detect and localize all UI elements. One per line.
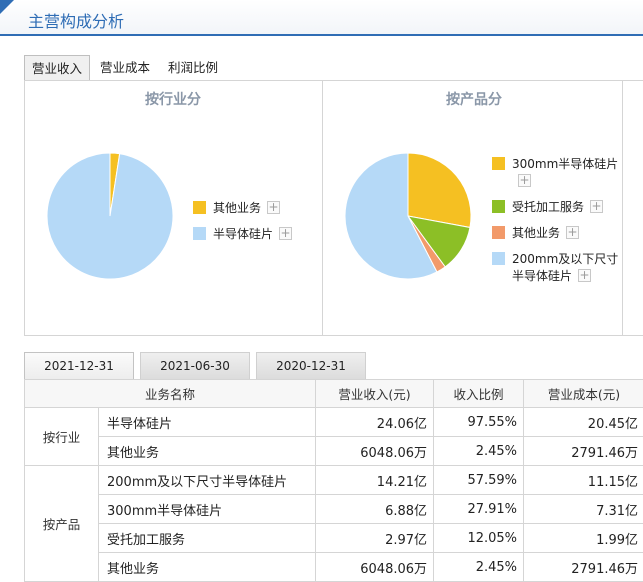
- legend-swatch-300mm: [492, 157, 505, 170]
- row-cost: 1.99亿: [524, 524, 643, 553]
- legend-swatch-processing: [492, 200, 505, 213]
- legend-label-other: 其他业务: [512, 224, 560, 241]
- expand-plus-icon[interactable]: +: [279, 227, 292, 240]
- table-row: 按产品 200mm及以下尺寸半导体硅片 14.21亿 57.59% 11.15亿: [25, 466, 643, 495]
- row-ratio: 2.45%: [434, 437, 524, 466]
- group-label-industry: 按行业: [25, 408, 99, 466]
- section-title: 主营构成分析: [28, 8, 124, 32]
- legend-label-processing: 受托加工服务: [512, 198, 584, 215]
- date-tab-2021-12-31[interactable]: 2021-12-31: [24, 352, 134, 379]
- corner-marker: [0, 0, 14, 14]
- row-name: 半导体硅片: [99, 408, 316, 437]
- legend-label-200mm-line1: 200mm及以下尺寸: [512, 250, 618, 267]
- header-revenue-ratio: 收入比例: [434, 380, 524, 408]
- row-ratio: 27.91%: [434, 495, 524, 524]
- industry-chart-title: 按行业分: [73, 89, 273, 109]
- industry-pie-chart: [45, 151, 175, 281]
- group-label-product: 按产品: [25, 466, 99, 582]
- legend-label-300mm: 300mm半导体硅片: [512, 155, 618, 172]
- table-row: 其他业务 6048.06万 2.45% 2791.46万: [25, 437, 643, 466]
- tab-cost[interactable]: 营业成本: [92, 55, 158, 81]
- row-ratio: 12.05%: [434, 524, 524, 553]
- legend-swatch-200mm: [492, 252, 505, 265]
- row-name: 300mm半导体硅片: [99, 495, 316, 524]
- product-pie-chart: [343, 151, 473, 281]
- header-cost: 营业成本(元): [524, 380, 643, 408]
- expand-plus-icon[interactable]: +: [566, 226, 579, 239]
- table-row: 受托加工服务 2.97亿 12.05% 1.99亿: [25, 524, 643, 553]
- header-revenue: 营业收入(元): [316, 380, 434, 408]
- legend-swatch-other: [492, 226, 505, 239]
- chart-area: 按行业分 其他业务 + 半导体硅片 + 按产品分 300mm半导体硅片 + 受托…: [24, 80, 643, 336]
- row-name: 200mm及以下尺寸半导体硅片: [99, 466, 316, 495]
- header-business-name: 业务名称: [25, 380, 316, 408]
- row-cost: 2791.46万: [524, 553, 643, 582]
- date-tab-2020-12-31[interactable]: 2020-12-31: [256, 352, 366, 379]
- row-name: 其他业务: [99, 437, 316, 466]
- row-ratio: 2.45%: [434, 553, 524, 582]
- expand-plus-icon[interactable]: +: [518, 174, 531, 187]
- table-header-row: 业务名称 营业收入(元) 收入比例 营业成本(元): [25, 380, 643, 408]
- product-chart-title: 按产品分: [374, 89, 574, 109]
- row-revenue: 14.21亿: [316, 466, 434, 495]
- legend-swatch-semiconductor: [193, 227, 206, 240]
- legend-label-other: 其他业务: [213, 199, 261, 216]
- expand-plus-icon[interactable]: +: [590, 200, 603, 213]
- row-name: 受托加工服务: [99, 524, 316, 553]
- row-revenue: 6048.06万: [316, 553, 434, 582]
- row-revenue: 2.97亿: [316, 524, 434, 553]
- panel-divider: [322, 81, 323, 336]
- date-tab-2021-06-30[interactable]: 2021-06-30: [140, 352, 250, 379]
- row-ratio: 97.55%: [434, 408, 524, 437]
- legend-label-200mm-line2: 半导体硅片: [512, 267, 572, 284]
- row-cost: 11.15亿: [524, 466, 643, 495]
- row-cost: 20.45亿: [524, 408, 643, 437]
- row-revenue: 24.06亿: [316, 408, 434, 437]
- panel-divider: [622, 81, 623, 336]
- industry-pie-slice-1[interactable]: [47, 153, 173, 279]
- composition-table: 业务名称 营业收入(元) 收入比例 营业成本(元) 按行业 半导体硅片 24.0…: [24, 379, 643, 582]
- row-cost: 7.31亿: [524, 495, 643, 524]
- section-header: 主营构成分析: [0, 0, 643, 36]
- row-revenue: 6.88亿: [316, 495, 434, 524]
- row-name: 其他业务: [99, 553, 316, 582]
- row-ratio: 57.59%: [434, 466, 524, 495]
- tab-profit-ratio[interactable]: 利润比例: [160, 55, 226, 81]
- table-row: 300mm半导体硅片 6.88亿 27.91% 7.31亿: [25, 495, 643, 524]
- legend-label-semiconductor: 半导体硅片: [213, 225, 273, 242]
- table-row: 按行业 半导体硅片 24.06亿 97.55% 20.45亿: [25, 408, 643, 437]
- table-row: 其他业务 6048.06万 2.45% 2791.46万: [25, 553, 643, 582]
- tab-revenue[interactable]: 营业收入: [24, 55, 90, 81]
- legend-swatch-other: [193, 201, 206, 214]
- product-pie-slice-0[interactable]: [408, 153, 471, 227]
- row-cost: 2791.46万: [524, 437, 643, 466]
- expand-plus-icon[interactable]: +: [578, 269, 591, 282]
- expand-plus-icon[interactable]: +: [267, 201, 280, 214]
- row-revenue: 6048.06万: [316, 437, 434, 466]
